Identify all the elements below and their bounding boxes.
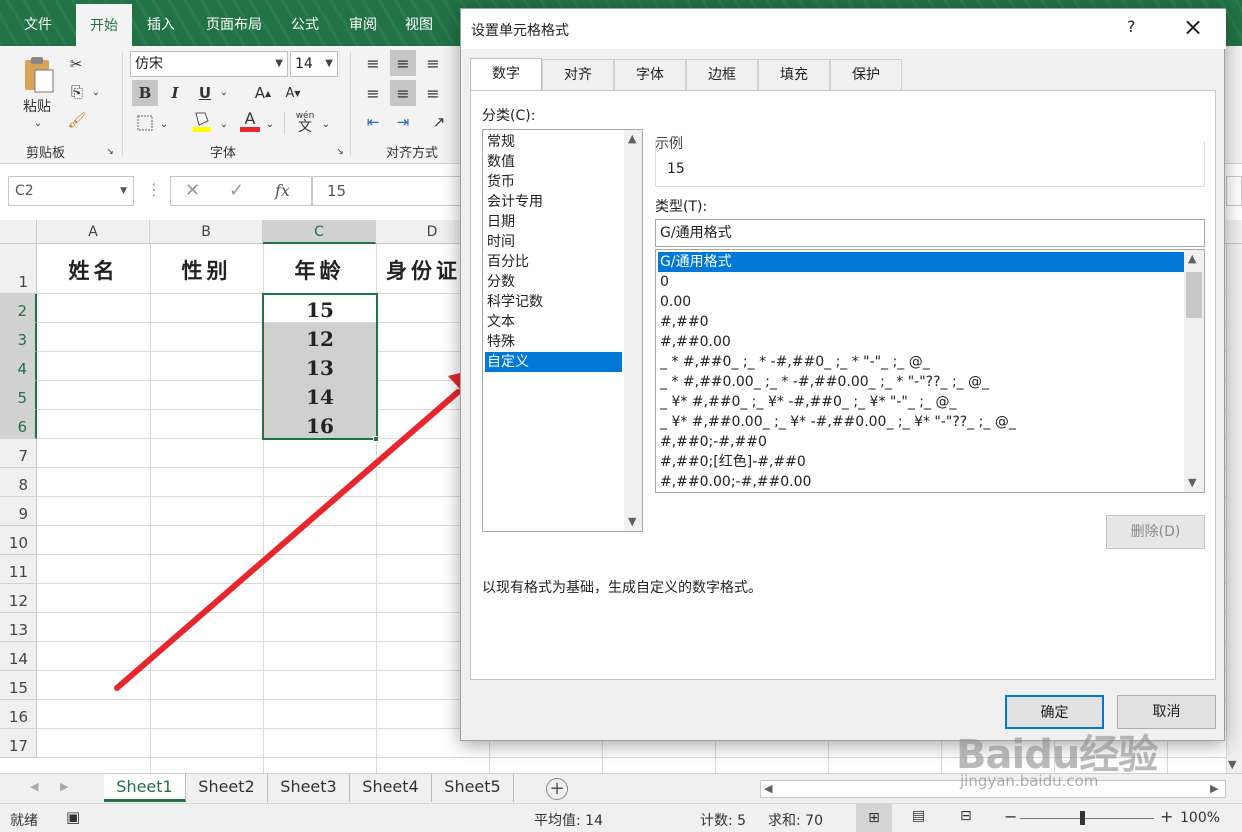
- format-item[interactable]: _ * #,##0.00_ ;_ * -#,##0.00_ ;_ * "-"??…: [658, 372, 1184, 392]
- format-item[interactable]: _ ¥* #,##0.00_ ;_ ¥* -#,##0.00_ ;_ ¥* "-…: [658, 412, 1184, 432]
- category-scrollbar[interactable]: [624, 130, 642, 531]
- description-text: 以现有格式为基础，生成自定义的数字格式。: [482, 580, 762, 596]
- category-item[interactable]: 时间: [485, 232, 622, 252]
- zoom-in-button[interactable]: +: [1160, 807, 1173, 826]
- scroll-up-arrow-icon[interactable]: ▲: [628, 132, 636, 145]
- number-tab-panel: 分类(C): 常规 数值 货币 会计专用 日期 时间 百分比 分数 科学记数 文…: [470, 90, 1216, 680]
- zoom-out-button[interactable]: −: [1004, 807, 1017, 826]
- status-mode: 就绪: [10, 813, 38, 829]
- category-item[interactable]: 科学记数: [485, 292, 622, 312]
- format-item[interactable]: 0: [658, 272, 1184, 292]
- format-item[interactable]: #,##0.00;-#,##0.00: [658, 472, 1184, 492]
- type-label: 类型(T):: [655, 199, 708, 215]
- zoom-level[interactable]: 100%: [1180, 810, 1220, 826]
- category-item-selected[interactable]: 自定义: [485, 352, 622, 372]
- scroll-right-arrow-icon[interactable]: ▶: [1210, 782, 1218, 795]
- format-code-list[interactable]: G/通用格式 0 0.00 #,##0 #,##0.00 _ * #,##0_ …: [655, 249, 1205, 493]
- delete-button[interactable]: 删除(D): [1106, 515, 1205, 549]
- format-scrollbar-thumb[interactable]: [1186, 272, 1202, 318]
- prev-sheet-icon[interactable]: ◀: [30, 780, 38, 793]
- category-item[interactable]: 会计专用: [485, 192, 622, 212]
- type-input[interactable]: G/通用格式: [655, 219, 1205, 247]
- format-item[interactable]: _ * #,##0_ ;_ * -#,##0_ ;_ * "-"_ ;_ @_: [658, 352, 1184, 372]
- macro-record-icon[interactable]: ▣: [66, 808, 80, 826]
- page-layout-view-icon[interactable]: ▤: [912, 808, 925, 824]
- watermark-url: jingyan.baidu.com: [960, 772, 1099, 790]
- sample-value: 15: [667, 161, 685, 177]
- scroll-up-arrow-icon[interactable]: ▲: [1188, 252, 1196, 265]
- tab-border[interactable]: 边框: [686, 59, 758, 90]
- status-average: 平均值: 14: [534, 813, 603, 829]
- status-count: 计数: 5: [700, 813, 747, 829]
- format-item-selected[interactable]: G/通用格式: [658, 252, 1184, 272]
- page-break-view-icon[interactable]: ⊟: [960, 808, 972, 824]
- scroll-down-arrow-icon[interactable]: ▼: [628, 515, 636, 528]
- sheet-tab-sheet5[interactable]: Sheet5: [432, 774, 514, 802]
- format-item[interactable]: #,##0;-#,##0: [658, 432, 1184, 452]
- category-item[interactable]: 货币: [485, 172, 622, 192]
- category-item[interactable]: 数值: [485, 152, 622, 172]
- close-icon[interactable]: ×: [1183, 13, 1203, 41]
- sheet-tab-sheet4[interactable]: Sheet4: [350, 774, 432, 802]
- next-sheet-icon[interactable]: ▶: [60, 780, 68, 793]
- category-label: 分类(C):: [482, 108, 536, 124]
- tab-fill[interactable]: 填充: [758, 59, 830, 90]
- sheet-tab-sheet2[interactable]: Sheet2: [186, 774, 268, 802]
- zoom-slider-thumb[interactable]: [1080, 811, 1085, 825]
- format-cells-dialog: 设置单元格格式 ? × 数字 对齐 字体 边框 填充 保护 分类(C): 常规 …: [460, 8, 1226, 741]
- tab-protection[interactable]: 保护: [830, 59, 902, 90]
- scroll-left-arrow-icon[interactable]: ◀: [764, 782, 772, 795]
- tab-font[interactable]: 字体: [614, 59, 686, 90]
- tab-alignment[interactable]: 对齐: [542, 59, 614, 90]
- status-sum: 求和: 70: [768, 813, 823, 829]
- category-item[interactable]: 分数: [485, 272, 622, 292]
- dialog-title: 设置单元格格式: [471, 23, 569, 39]
- category-item[interactable]: 特殊: [485, 332, 622, 352]
- tab-number[interactable]: 数字: [470, 58, 542, 91]
- help-button[interactable]: ?: [1127, 17, 1136, 36]
- status-bar: 就绪 ▣ 平均值: 14 计数: 5 求和: 70 ⊞ ▤ ⊟ − + 100%: [0, 803, 1242, 832]
- format-item[interactable]: #,##0.00: [658, 332, 1184, 352]
- scroll-down-arrow-icon[interactable]: ▼: [1188, 476, 1196, 489]
- normal-view-icon[interactable]: ⊞: [856, 804, 892, 832]
- sample-frame: [655, 141, 1205, 187]
- category-item[interactable]: 百分比: [485, 252, 622, 272]
- format-item[interactable]: #,##0: [658, 312, 1184, 332]
- dialog-title-bar: 设置单元格格式 ? ×: [461, 9, 1226, 49]
- category-item[interactable]: 常规: [485, 132, 622, 152]
- format-item[interactable]: #,##0;[红色]-#,##0: [658, 452, 1184, 472]
- category-item[interactable]: 文本: [485, 312, 622, 332]
- format-item[interactable]: _ ¥* #,##0_ ;_ ¥* -#,##0_ ;_ ¥* "-"_ ;_ …: [658, 392, 1184, 412]
- add-sheet-button[interactable]: +: [546, 778, 568, 800]
- category-list[interactable]: 常规 数值 货币 会计专用 日期 时间 百分比 分数 科学记数 文本 特殊 自定…: [482, 129, 643, 532]
- sheet-tab-sheet3[interactable]: Sheet3: [268, 774, 350, 802]
- sheet-tab-sheet1[interactable]: Sheet1: [104, 774, 186, 802]
- zoom-slider[interactable]: [1020, 818, 1154, 819]
- format-item[interactable]: 0.00: [658, 292, 1184, 312]
- category-item[interactable]: 日期: [485, 212, 622, 232]
